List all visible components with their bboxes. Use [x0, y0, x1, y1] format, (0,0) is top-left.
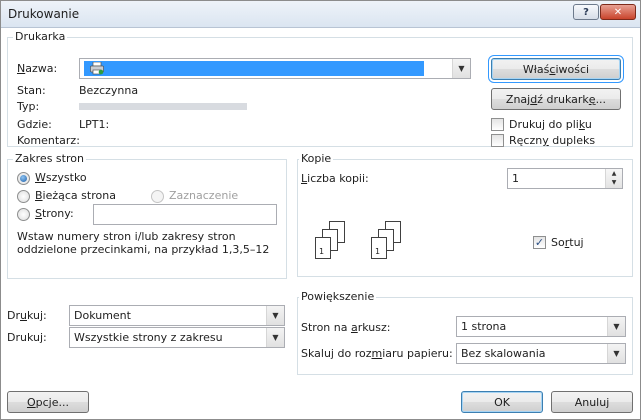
collate-label: Sortuj	[551, 236, 584, 249]
chevron-down-icon[interactable]: ▼	[266, 328, 284, 347]
range-selection-radio[interactable]	[151, 190, 164, 203]
range-pages-radio[interactable]	[17, 208, 30, 221]
page-range-legend: Zakres stron	[13, 152, 86, 165]
print-scope-select[interactable]: Wszystkie strony z zakresu ▼	[69, 327, 285, 348]
pages-per-sheet-value: 1 strona	[461, 320, 507, 333]
copies-count-input[interactable]: 1 ▲ ▼	[507, 168, 623, 189]
copies-spinner[interactable]: ▲ ▼	[605, 169, 622, 188]
printer-name-label: Nazwa:	[17, 62, 58, 75]
zoom-legend: Powiększenie	[299, 290, 377, 303]
printer-type-value	[79, 103, 247, 110]
printer-status-value: Bezczynna	[79, 84, 139, 97]
print-what-select[interactable]: Dokument ▼	[69, 305, 285, 326]
printer-comment-label: Komentarz:	[17, 134, 80, 147]
print-what-value: Dokument	[74, 309, 131, 322]
print-scope-label: Drukuj:	[7, 331, 47, 344]
collate-checkbox[interactable]: ✓	[533, 236, 546, 249]
page-icon-1: 1	[315, 237, 331, 259]
print-dialog: Drukowanie ? ✕ Drukarka Nazwa: ▼ Stan: B…	[0, 0, 641, 420]
range-selection-label: Zaznaczenie	[169, 189, 239, 202]
printer-type-label: Typ:	[17, 100, 40, 113]
copies-count-label: Liczba kopii:	[301, 172, 369, 185]
page-icon-1: 1	[371, 237, 387, 259]
printer-icon	[90, 62, 104, 75]
range-all-label: Wszystko	[35, 171, 87, 184]
chevron-down-icon[interactable]: ▼	[266, 306, 284, 325]
cancel-button[interactable]: Anuluj	[551, 391, 633, 413]
copies-count-value: 1	[512, 172, 519, 185]
range-all-radio[interactable]	[17, 172, 30, 185]
range-help-line1: Wstaw numery stron i/lub zakresy stron	[17, 230, 236, 243]
range-pages-input[interactable]	[93, 204, 277, 225]
ok-button[interactable]: OK	[461, 391, 543, 413]
spin-down-icon[interactable]: ▼	[606, 178, 622, 187]
title-bar: Drukowanie ? ✕	[1, 1, 640, 28]
pages-per-sheet-label: Stron na arkusz:	[301, 321, 391, 334]
window-title: Drukowanie	[8, 7, 80, 21]
scale-select[interactable]: Bez skalowania ▼	[456, 343, 626, 364]
help-button[interactable]: ?	[573, 4, 599, 20]
chevron-down-icon[interactable]: ▼	[607, 317, 625, 336]
print-to-file-label: Drukuj do pliku	[509, 118, 592, 131]
printer-name-selection	[84, 61, 424, 76]
printer-name-select[interactable]: ▼	[79, 58, 471, 79]
pages-per-sheet-select[interactable]: 1 strona ▼	[456, 316, 626, 337]
close-button[interactable]: ✕	[600, 4, 636, 20]
help-icon: ?	[583, 6, 589, 18]
printer-where-value: LPT1:	[79, 118, 110, 131]
find-printer-button[interactable]: Znajdź drukarkę...	[491, 88, 621, 110]
range-current-label: Bieżąca strona	[35, 189, 116, 202]
printer-where-label: Gdzie:	[17, 118, 52, 131]
manual-duplex-label: Ręczny dupleks	[509, 134, 596, 147]
range-help-line2: oddzielone przecinkami, na przykład 1,3,…	[17, 243, 270, 256]
chevron-down-icon[interactable]: ▼	[452, 59, 470, 78]
scale-label: Skaluj do rozmiaru papieru:	[301, 347, 453, 360]
range-current-radio[interactable]	[17, 190, 30, 203]
print-scope-value: Wszystkie strony z zakresu	[74, 331, 223, 344]
print-what-label: Drukuj:	[7, 309, 47, 322]
spin-up-icon[interactable]: ▲	[606, 169, 622, 178]
print-to-file-checkbox[interactable]	[491, 118, 504, 131]
printer-group-legend: Drukarka	[13, 30, 68, 43]
copies-legend: Kopie	[299, 152, 334, 165]
range-pages-label: Strony:	[35, 207, 74, 220]
chevron-down-icon[interactable]: ▼	[607, 344, 625, 363]
options-button[interactable]: Opcje...	[7, 391, 89, 413]
printer-status-label: Stan:	[17, 84, 46, 97]
scale-value: Bez skalowania	[461, 347, 546, 360]
close-icon: ✕	[613, 6, 623, 18]
properties-button[interactable]: Właściwości	[488, 55, 624, 83]
manual-duplex-checkbox[interactable]	[491, 134, 504, 147]
